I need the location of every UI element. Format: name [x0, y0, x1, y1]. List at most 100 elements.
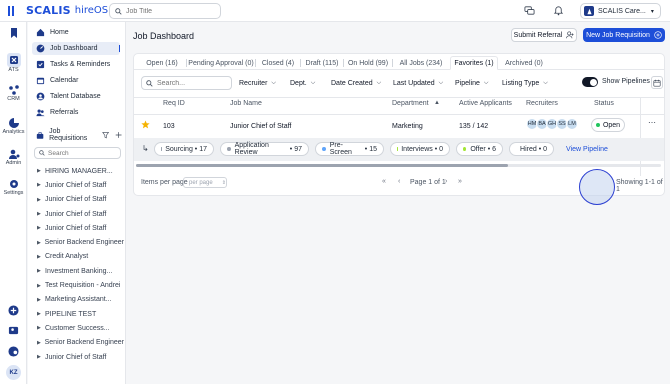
sidebar-toggle-icon[interactable] [8, 5, 18, 17]
first-page-icon[interactable]: « [382, 178, 386, 185]
sidebar-requisition-item[interactable]: ▶ HIRING MANAGER... [34, 164, 124, 178]
global-search[interactable] [109, 3, 221, 19]
filter-listing-type[interactable]: Listing Type ⌵ [502, 76, 548, 90]
rail-admin[interactable]: Admin [0, 148, 27, 166]
job-search[interactable] [141, 76, 232, 90]
caret-right-icon[interactable]: ▶ [37, 354, 45, 360]
star-icon[interactable] [141, 120, 150, 129]
messages-icon[interactable] [524, 5, 535, 16]
sidebar-requisition-item[interactable]: ▶ Investment Banking... [34, 264, 124, 278]
filter-last-updated[interactable]: Last Updated ⌵ [393, 76, 443, 90]
filter-recruiter[interactable]: Recruiter ⌵ [239, 76, 276, 90]
sidebar-requisition-item[interactable]: ▶ Customer Success... [34, 321, 124, 335]
caret-right-icon[interactable]: ▶ [37, 211, 45, 217]
tab-open[interactable]: Open (16) [138, 56, 186, 70]
sidebar-requisition-item[interactable]: ▶ Junior Chief of Staff [34, 193, 124, 207]
sidebar-item-home[interactable]: Home [32, 26, 120, 39]
rail-bookmark[interactable] [0, 27, 27, 39]
filter-date-created[interactable]: Date Created ⌵ [331, 76, 381, 90]
pipeline-stage-chip[interactable]: Interviews • 0 [390, 142, 450, 156]
tab-all-jobs[interactable]: All Jobs (234) [392, 56, 449, 70]
pipeline-stage-chip[interactable]: Sourcing • 17 [154, 142, 214, 156]
sidebar-requisition-item[interactable]: ▶ Junior Chief of Staff [34, 207, 124, 221]
rail-analytics[interactable]: Analytics [0, 117, 27, 135]
submit-referral-button[interactable]: Submit Referral [511, 28, 577, 42]
recruiter-avatars[interactable]: HM BA GH SS LM [526, 118, 578, 130]
caret-right-icon[interactable]: ▶ [37, 325, 45, 331]
column-recruiters[interactable]: Recruiters [526, 100, 558, 107]
caret-right-icon[interactable]: ▶ [37, 297, 45, 303]
company-switcher[interactable]: SCALIS Care... ▾ [580, 3, 661, 19]
per-page-select[interactable]: per page ⇕ [183, 177, 227, 188]
sidebar-item-tasks[interactable]: Tasks & Reminders [32, 58, 120, 71]
horizontal-scrollbar[interactable] [136, 164, 661, 167]
caret-right-icon[interactable]: ▶ [37, 283, 45, 289]
pipeline-stage-chip[interactable]: Application Review • 97 [220, 142, 309, 156]
sidebar-requisition-item[interactable]: ▶ Senior Backend Engineer [34, 235, 124, 249]
sidebar-requisition-item[interactable]: ▶ Test Requisition - Andrei [34, 278, 124, 292]
sidebar-requisition-item[interactable]: ▶ Marketing Assistant... [34, 293, 124, 307]
tab-closed[interactable]: Closed (4) [255, 56, 300, 70]
tab-pending-approval[interactable]: Pending Approval (0) [186, 56, 255, 70]
sidebar-requisition-item[interactable]: ▶ Junior Chief of Staff [34, 221, 124, 235]
requisition-search[interactable] [34, 147, 121, 159]
caret-right-icon[interactable]: ▶ [37, 182, 45, 188]
caret-right-icon[interactable]: ▶ [37, 268, 45, 274]
caret-right-icon[interactable]: ▶ [37, 240, 45, 246]
help-icon[interactable] [8, 346, 19, 357]
column-active-applicants[interactable]: Active Applicants [459, 100, 512, 107]
logo[interactable]: SCALIS hireOS [8, 4, 108, 17]
job-search-input[interactable] [157, 79, 227, 87]
sidebar-item-referrals[interactable]: Referrals [32, 106, 120, 119]
status-badge[interactable]: Open [591, 118, 625, 132]
tab-draft[interactable]: Draft (115) [300, 56, 343, 70]
column-department[interactable]: Department [392, 100, 429, 107]
add-icon[interactable] [115, 131, 122, 139]
column-status[interactable]: Status [594, 100, 614, 107]
global-search-input[interactable] [126, 7, 216, 15]
sidebar-requisition-item[interactable]: ▶ Junior Chief of Staff [34, 178, 124, 192]
sort-up-icon[interactable]: ▲ [434, 100, 440, 106]
calendar-view-button[interactable] [651, 76, 663, 89]
pipeline-stage-chip[interactable]: Hired • 0 [509, 142, 554, 156]
pipeline-stage-chip[interactable]: Pre-Screen • 15 [315, 142, 384, 156]
tab-on-hold[interactable]: On Hold (99) [343, 56, 392, 70]
filter-icon[interactable] [101, 131, 109, 139]
next-page-icon[interactable]: › [445, 178, 447, 185]
caret-right-icon[interactable]: ▶ [37, 254, 45, 260]
filter-pipeline[interactable]: Pipeline ⌵ [455, 76, 488, 90]
rail-crm[interactable]: CRM [0, 84, 27, 102]
table-row[interactable]: 103 Junior Chief of Staff Marketing 135 … [134, 115, 664, 137]
caret-right-icon[interactable]: ▶ [37, 168, 45, 174]
caret-right-icon[interactable]: ▶ [37, 340, 45, 346]
view-pipeline-button[interactable]: View Pipeline [565, 142, 609, 157]
add-user-icon[interactable] [8, 325, 19, 336]
prev-page-icon[interactable]: ‹ [398, 178, 400, 185]
job-requisitions-header[interactable]: Job Requisitions [32, 128, 122, 142]
caret-right-icon[interactable]: ▶ [37, 197, 45, 203]
new-job-requisition-button[interactable]: New Job Requisition [583, 28, 665, 42]
tab-favorites[interactable]: Favorites (1) [450, 56, 498, 70]
column-req-id[interactable]: Req ID [163, 100, 185, 107]
tab-archived[interactable]: Archived (0) [499, 56, 549, 70]
sidebar-item-calendar[interactable]: Calendar [32, 74, 120, 87]
sidebar-item-job-dashboard[interactable]: Job Dashboard [32, 42, 120, 55]
sidebar-item-talent-database[interactable]: Talent Database [32, 90, 120, 103]
requisition-search-input[interactable] [48, 149, 118, 157]
job-name-cell[interactable]: Junior Chief of Staff [230, 123, 291, 130]
more-options-icon[interactable]: ⋯ [648, 118, 656, 127]
last-page-icon[interactable]: » [458, 178, 462, 185]
sidebar-requisition-item[interactable]: ▶ Senior Backend Engineer [34, 336, 124, 350]
column-job-name[interactable]: Job Name [230, 100, 262, 107]
rail-settings[interactable]: Settings [0, 178, 27, 196]
avatar[interactable]: KZ [6, 365, 21, 380]
caret-right-icon[interactable]: ▶ [37, 225, 45, 231]
rail-ats[interactable]: ATS [0, 53, 27, 73]
show-pipelines-toggle[interactable] [582, 77, 598, 87]
add-circle-icon[interactable] [8, 305, 19, 316]
scrollbar-thumb[interactable] [136, 164, 508, 167]
bell-icon[interactable] [553, 5, 564, 16]
filter-dept[interactable]: Dept. ⌵ [290, 76, 315, 90]
sidebar-requisition-item[interactable]: ▶ Junior Chief of Staff [34, 350, 124, 364]
sidebar-requisition-item[interactable]: ▶ PIPELINE TEST [34, 307, 124, 321]
